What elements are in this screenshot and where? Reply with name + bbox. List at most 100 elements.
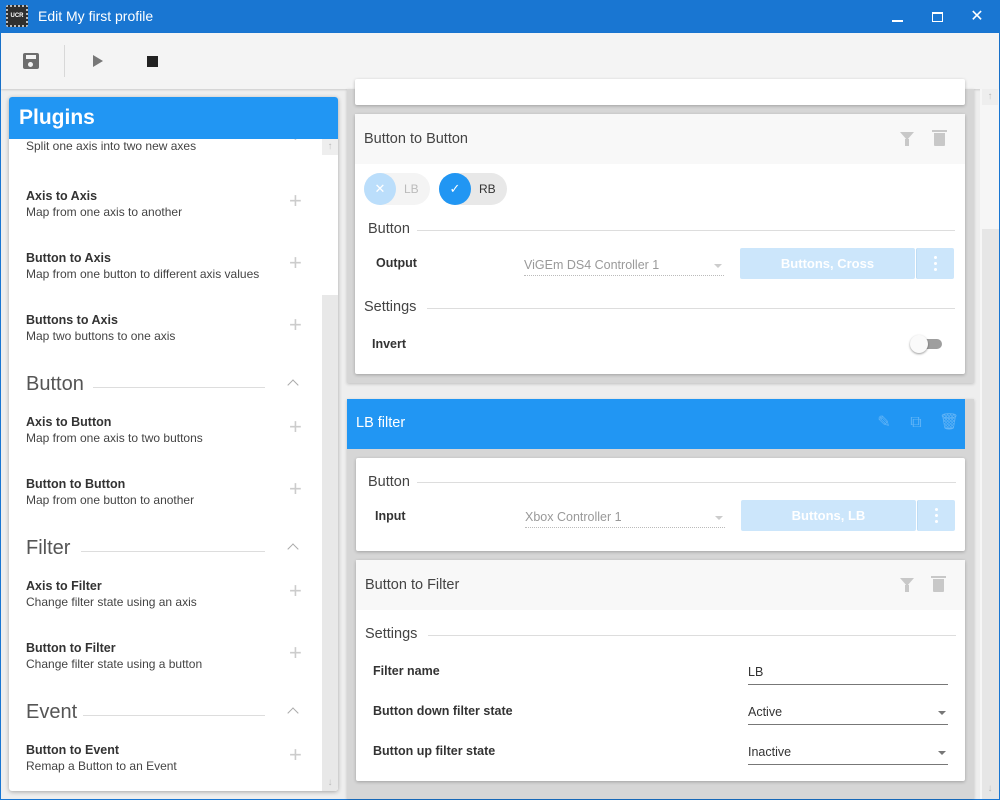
- scrollbar-thumb[interactable]: [982, 229, 999, 799]
- app-window: UCR Edit My first profile ✕ Plugins Axis…: [1, 0, 999, 799]
- scrollbar-thumb[interactable]: [322, 295, 338, 791]
- filter-icon[interactable]: [899, 131, 915, 147]
- add-plugin-icon[interactable]: +: [289, 580, 302, 602]
- maximize-button[interactable]: [917, 0, 957, 33]
- plugin-group-filter: Filter: [9, 537, 322, 565]
- save-button[interactable]: [11, 43, 51, 79]
- scroll-down-icon[interactable]: ↓: [322, 775, 338, 791]
- scroll-down-icon[interactable]: ↓: [982, 781, 998, 797]
- input-device-select[interactable]: Xbox Controller 1: [525, 506, 725, 528]
- input-binding-button[interactable]: Buttons, LB: [741, 500, 916, 531]
- dropdown-caret-icon: [714, 264, 722, 268]
- card-title: Button to Button: [364, 131, 468, 147]
- card-header: Button to Filter: [356, 560, 965, 610]
- plugin-description: Map from one button to another: [26, 493, 195, 507]
- filter-chip-lb[interactable]: ✕ LB: [364, 173, 430, 205]
- minimize-button[interactable]: [877, 0, 917, 33]
- minimize-icon: [891, 19, 903, 22]
- output-label: Output: [376, 256, 417, 270]
- select-value: Xbox Controller 1: [525, 510, 622, 524]
- plugins-title: Plugins: [9, 97, 338, 139]
- group-divider: [81, 551, 265, 552]
- filter-chip-rb[interactable]: ✓ RB: [439, 173, 507, 205]
- filter-icon[interactable]: [899, 577, 915, 593]
- add-plugin-icon[interactable]: +: [289, 314, 302, 336]
- add-plugin-icon[interactable]: +: [289, 139, 302, 146]
- plugin-item-button-to-axis[interactable]: Button to Axis Map from one button to di…: [9, 251, 322, 301]
- card-header: Button to Button: [355, 114, 965, 164]
- card-title: Button to Filter: [365, 577, 460, 593]
- invert-toggle[interactable]: [910, 335, 944, 353]
- plugins-panel: Plugins Axis Splitter Split one axis int…: [9, 97, 338, 791]
- section-divider: [417, 482, 956, 483]
- edit-icon[interactable]: ✎: [875, 414, 893, 432]
- add-plugin-icon[interactable]: +: [289, 190, 302, 212]
- plugin-item-button-to-button[interactable]: Button to Button Map from one button to …: [9, 477, 322, 527]
- section-divider: [427, 308, 955, 309]
- filter-input-card: Button Input Xbox Controller 1 Buttons, …: [356, 458, 965, 551]
- plugin-item-axis-to-filter[interactable]: Axis to Filter Change filter state using…: [9, 579, 322, 629]
- plugin-item-button-to-filter[interactable]: Button to Filter Change filter state usi…: [9, 641, 322, 691]
- close-button[interactable]: ✕: [957, 0, 997, 33]
- scroll-up-icon[interactable]: ↑: [322, 139, 338, 155]
- plugin-name: Button to Filter: [26, 641, 116, 655]
- group-title: Event: [26, 701, 78, 723]
- plugin-item-button-to-event[interactable]: Button to Event Remap a Button to an Eve…: [9, 743, 322, 791]
- trash-icon[interactable]: 🗑: [939, 414, 959, 432]
- plugin-name: Button to Event: [26, 743, 120, 757]
- add-plugin-icon[interactable]: +: [289, 478, 302, 500]
- add-plugin-icon[interactable]: +: [289, 416, 302, 438]
- filter-group-header: LB filter ✎ ⧉ 🗑: [347, 399, 965, 449]
- plugin-item-axis-to-axis[interactable]: Axis to Axis Map from one axis to anothe…: [9, 189, 322, 239]
- plugin-group-container: Button to Button ✕ LB ✓ RB Button Output…: [347, 79, 974, 383]
- button-down-state-label: Button down filter state: [373, 704, 513, 718]
- plugins-list: Axis Splitter Split one axis into two ne…: [9, 139, 322, 791]
- filter-name-input[interactable]: LB: [748, 661, 948, 685]
- chevron-up-icon[interactable]: [286, 540, 300, 554]
- input-label: Input: [375, 509, 406, 523]
- plugin-group-button: Button: [9, 373, 322, 401]
- button-up-state-select[interactable]: Inactive: [748, 741, 948, 765]
- maximize-icon: [931, 11, 943, 22]
- filter-group-container: LB filter ✎ ⧉ 🗑 Button Input Xbox Contro…: [347, 399, 974, 799]
- add-plugin-icon[interactable]: +: [289, 252, 302, 274]
- add-plugin-icon[interactable]: +: [289, 744, 302, 766]
- output-binding-button[interactable]: Buttons, Cross: [740, 248, 915, 279]
- plugin-item-axis-to-button[interactable]: Axis to Button Map from one axis to two …: [9, 415, 322, 465]
- plugin-name: Buttons to Axis: [26, 313, 118, 327]
- more-options-button[interactable]: [917, 500, 955, 531]
- output-device-select[interactable]: ViGEm DS4 Controller 1: [524, 254, 724, 276]
- button-down-state-select[interactable]: Active: [748, 701, 948, 725]
- plugin-description: Split one axis into two new axes: [26, 139, 197, 153]
- button-up-state-label: Button up filter state: [373, 744, 496, 758]
- select-value: ViGEm DS4 Controller 1: [524, 258, 660, 272]
- title-bar: UCR Edit My first profile ✕: [1, 0, 999, 33]
- trash-icon[interactable]: [932, 130, 948, 147]
- add-plugin-icon[interactable]: +: [289, 642, 302, 664]
- chip-label: RB: [479, 182, 496, 196]
- app-logo-icon: UCR: [6, 5, 28, 27]
- plugin-description: Map two buttons to one axis: [26, 329, 176, 343]
- dropdown-caret-icon: [715, 516, 723, 520]
- select-value: Active: [748, 705, 783, 719]
- plugin-item-axis-splitter[interactable]: Axis Splitter Split one axis into two ne…: [9, 139, 322, 173]
- section-title-settings: Settings: [365, 626, 418, 642]
- previous-plugin-card: [355, 79, 965, 105]
- main-scrollbar[interactable]: ↑ ↓: [980, 89, 999, 799]
- scroll-up-icon[interactable]: ↑: [982, 89, 998, 105]
- plugin-item-buttons-to-axis[interactable]: Buttons to Axis Map two buttons to one a…: [9, 313, 322, 363]
- chevron-up-icon[interactable]: [286, 376, 300, 390]
- plugin-card-button-to-filter: Button to Filter Settings Filter name LB…: [356, 560, 965, 781]
- plugins-scrollbar[interactable]: ↑ ↓: [322, 139, 338, 791]
- stop-button[interactable]: [132, 43, 172, 79]
- play-button[interactable]: [78, 43, 118, 79]
- plugin-card-button-to-button: Button to Button ✕ LB ✓ RB Button Output…: [355, 114, 965, 374]
- invert-label: Invert: [372, 337, 407, 351]
- section-divider: [428, 635, 956, 636]
- add-copy-icon[interactable]: ⧉: [907, 414, 925, 432]
- plugin-name: Axis to Axis: [26, 189, 98, 203]
- dropdown-caret-icon: [938, 751, 946, 755]
- chevron-up-icon[interactable]: [286, 704, 300, 718]
- more-options-button[interactable]: [916, 248, 954, 279]
- trash-icon[interactable]: [931, 576, 947, 593]
